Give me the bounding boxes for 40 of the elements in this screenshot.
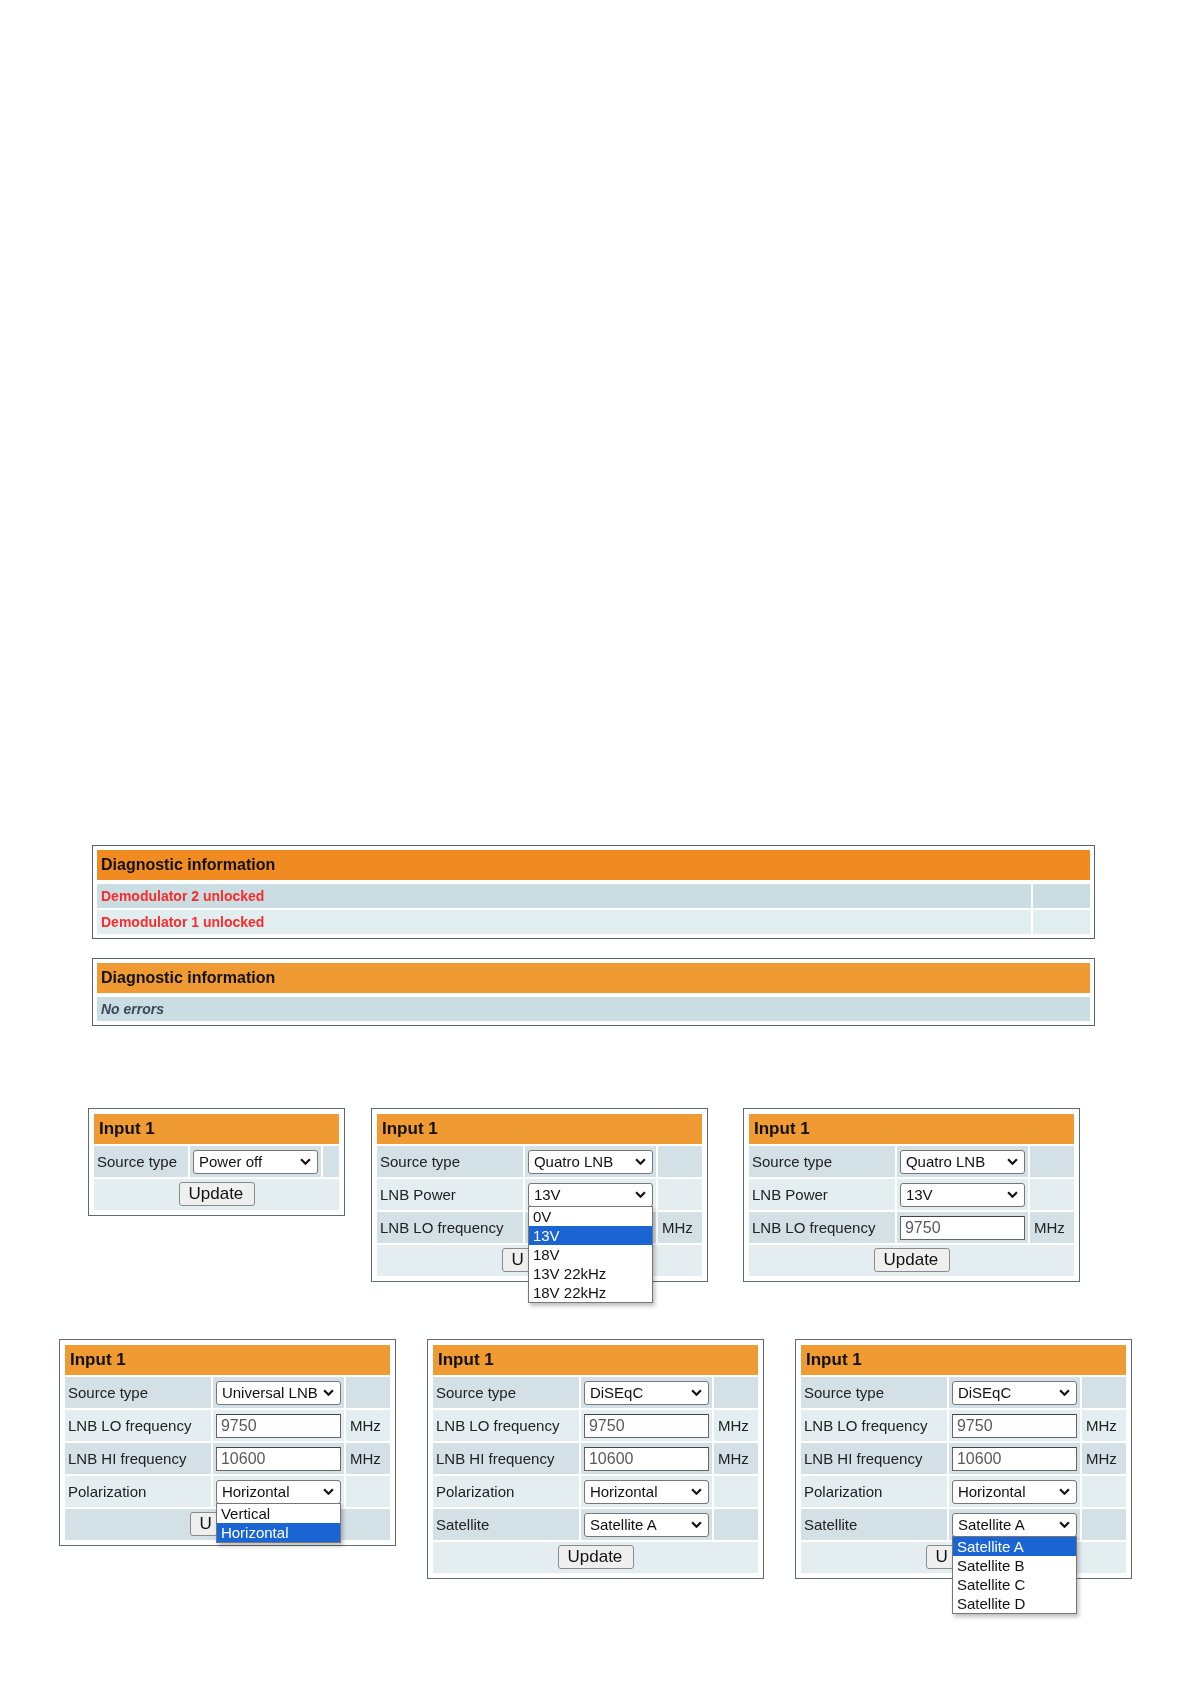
field-label: LNB LO frequency (749, 1210, 895, 1243)
field-label: LNB HI frequency (801, 1441, 947, 1474)
unit-label: MHz (1085, 1417, 1117, 1434)
field-label: LNB HI frequency (433, 1441, 579, 1474)
diagnostic-message: Demodulator 1 unlocked (97, 908, 1031, 934)
field-label: LNB LO frequency (65, 1408, 211, 1441)
field-label: LNB HI frequency (65, 1441, 211, 1474)
unit-label: MHz (1085, 1450, 1117, 1467)
panel-title: Input 1 (94, 1114, 339, 1144)
field-label: LNB LO frequency (801, 1408, 947, 1441)
unit-label: MHz (717, 1417, 749, 1434)
unit-label: MHz (661, 1219, 693, 1236)
panel-title: Input 1 (801, 1345, 1126, 1375)
field-label: LNB LO frequency (377, 1210, 523, 1243)
field-label: Polarization (433, 1474, 579, 1507)
field-label: LNB LO frequency (433, 1408, 579, 1441)
panel-title: Input 1 (377, 1114, 702, 1144)
field-label: Source type (65, 1375, 211, 1408)
field-label: Source type (749, 1144, 895, 1177)
unit-label: MHz (1033, 1219, 1065, 1236)
field-label: LNB Power (749, 1177, 895, 1210)
panel-title: Input 1 (749, 1114, 1074, 1144)
field-label: LNB Power (377, 1177, 523, 1210)
panel-title: Input 1 (65, 1345, 390, 1375)
unit-label: MHz (349, 1417, 381, 1434)
diagnostic-message: Demodulator 2 unlocked (97, 882, 1031, 908)
unit-label: MHz (349, 1450, 381, 1467)
field-label: Satellite (433, 1507, 579, 1540)
field-label: Satellite (801, 1507, 947, 1540)
field-label: Polarization (65, 1474, 211, 1507)
panel-title: Diagnostic information (97, 963, 1090, 995)
field-label: Polarization (801, 1474, 947, 1507)
field-label: Source type (94, 1144, 188, 1177)
field-label: Source type (433, 1375, 579, 1408)
field-label: Source type (801, 1375, 947, 1408)
unit-label: MHz (717, 1450, 749, 1467)
diagnostic-message: No errors (97, 995, 1090, 1021)
panel-title: Input 1 (433, 1345, 758, 1375)
field-label: Source type (377, 1144, 523, 1177)
panel-title: Diagnostic information (97, 850, 1090, 882)
